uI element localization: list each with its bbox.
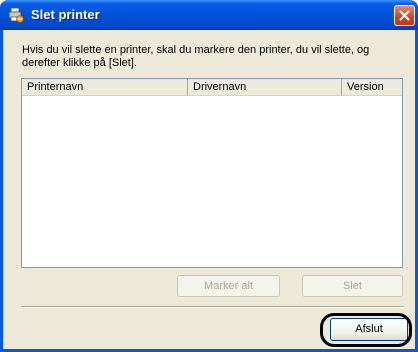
close-button[interactable] xyxy=(394,5,415,26)
instruction-text: Hvis du vil slette en printer, skal du m… xyxy=(22,44,370,69)
column-printer-name[interactable]: Printernavn xyxy=(22,79,188,96)
delete-button[interactable]: Slet xyxy=(302,275,403,297)
printer-remove-icon xyxy=(8,7,24,23)
printer-list[interactable]: Printernavn Drivernavn Version xyxy=(21,78,403,268)
column-version[interactable]: Version xyxy=(342,79,402,96)
window-title: Slet printer xyxy=(31,7,100,22)
list-header: Printernavn Drivernavn Version xyxy=(22,79,402,97)
title-bar[interactable]: Slet printer xyxy=(0,0,418,30)
column-driver-name[interactable]: Drivernavn xyxy=(188,79,342,96)
separator xyxy=(21,306,404,308)
slet-printer-dialog: Slet printer Hvis du vil slette en print… xyxy=(0,0,418,352)
exit-button-highlight xyxy=(320,313,412,347)
select-all-button[interactable]: Marker alt xyxy=(177,275,280,297)
close-icon xyxy=(399,10,410,21)
